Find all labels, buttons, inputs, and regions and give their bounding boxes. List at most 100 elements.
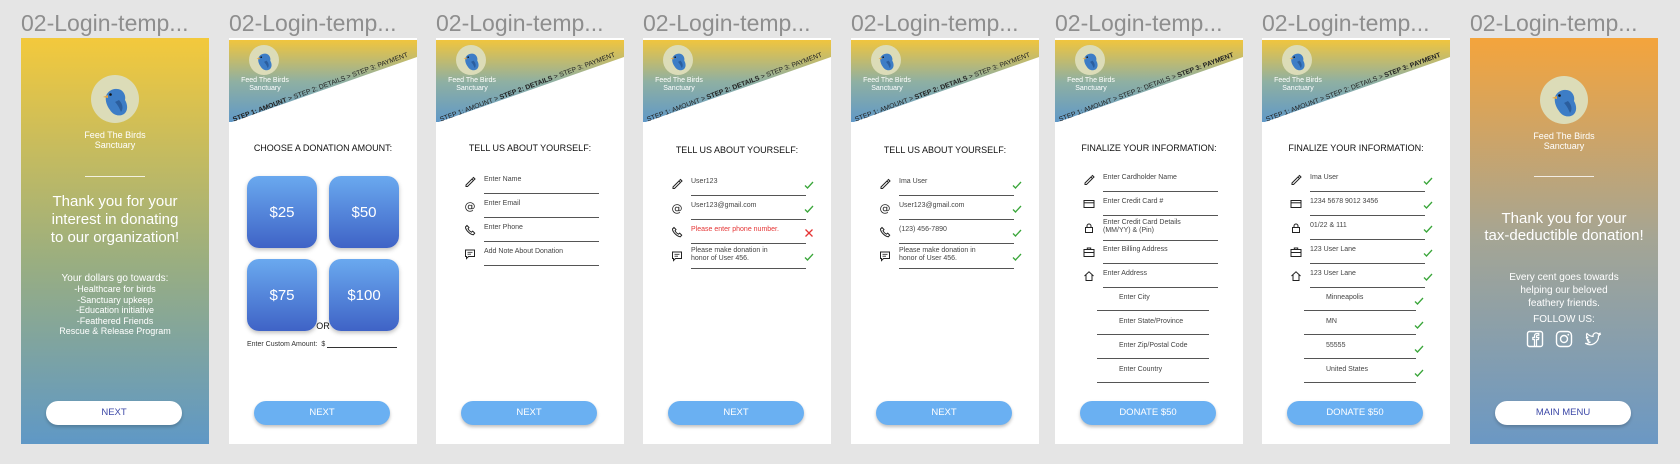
next-button[interactable]: NEXT — [46, 401, 182, 425]
amount-50-button[interactable]: $50 — [329, 176, 399, 248]
check-icon — [1423, 245, 1433, 255]
phone-field-row: (123) 456-7890 — [879, 222, 1014, 244]
amount-25-button[interactable]: $25 — [247, 176, 317, 248]
card-number-input[interactable]: Enter Credit Card # — [1103, 194, 1218, 216]
dollars-item: -Education initiative — [75, 305, 155, 315]
phone-field-row: Enter Phone — [464, 220, 599, 242]
brand-name-line2: Sanctuary — [663, 85, 695, 92]
zip-input[interactable]: 55555 — [1304, 338, 1416, 359]
thank-you-screen: Feed The Birds Sanctuary Thank you for y… — [1470, 38, 1658, 444]
email-input[interactable]: Enter Email — [484, 196, 599, 218]
city-row: Minneapolis — [1304, 290, 1416, 312]
twitter-icon[interactable] — [1584, 330, 1602, 348]
address-input[interactable]: Enter Address — [1103, 266, 1218, 288]
phone-error-message[interactable]: Please enter phone number. — [691, 222, 806, 244]
state-input[interactable]: Enter State/Province — [1097, 314, 1209, 335]
frame-about-error: 02-Login-temp... Feed The Birds Sanctuary… — [643, 0, 831, 464]
header: Feed The Birds Sanctuary — [851, 38, 1039, 118]
custom-amount-input[interactable] — [327, 347, 398, 348]
cardholder-row: Ima User — [1290, 170, 1425, 192]
note-icon — [464, 247, 476, 259]
zip-input[interactable]: Enter Zip/Postal Code — [1097, 338, 1209, 359]
address-row: 123 User Lane — [1290, 266, 1425, 288]
instagram-icon[interactable] — [1555, 330, 1573, 348]
country-input[interactable]: United States — [1304, 362, 1416, 383]
thanks-message-line2: tax-deductible donation! — [1484, 227, 1644, 244]
state-input[interactable]: MN — [1304, 314, 1416, 335]
billing-address-input[interactable]: 123 User Lane — [1310, 242, 1425, 264]
section-title: CHOOSE A DONATION AMOUNT: — [253, 143, 393, 153]
divider — [85, 176, 145, 177]
next-button[interactable]: NEXT — [876, 401, 1012, 425]
brand-name: Feed The Birds Sanctuary — [857, 77, 917, 93]
brand-name: Feed The Birds Sanctuary — [1061, 77, 1121, 93]
next-button[interactable]: NEXT — [668, 401, 804, 425]
name-input[interactable]: User123 — [691, 174, 806, 196]
bird-logo-icon — [91, 75, 139, 123]
email-input[interactable]: User123@gmail.com — [899, 198, 1014, 220]
note-input[interactable]: Please make donation in honor of User 456… — [899, 246, 1014, 269]
header: Feed The Birds Sanctuary — [1262, 38, 1450, 118]
phone-input[interactable]: (123) 456-7890 — [899, 222, 1014, 244]
lock-icon — [1083, 221, 1095, 233]
city-input[interactable]: Enter City — [1097, 290, 1209, 311]
brand-name-line1: Feed The Birds — [1067, 77, 1115, 84]
address-input[interactable]: 123 User Lane — [1310, 266, 1425, 288]
credit-card-icon — [1290, 197, 1302, 209]
home-icon — [1290, 269, 1302, 281]
card-number-row: 1234 5678 9012 3456 — [1290, 194, 1425, 216]
check-icon — [804, 249, 814, 259]
card-details-input[interactable]: Enter Credit Card Details (MM/YY) & (Pin) — [1103, 218, 1218, 241]
section-title: TELL US ABOUT YOURSELF: — [883, 145, 1007, 155]
note-field-row: Add Note About Donation — [464, 244, 599, 266]
name-input[interactable]: Ima User — [899, 174, 1014, 196]
frame-about-filled: 02-Login-temp... Feed The Birds Sanctuary… — [851, 0, 1039, 464]
note-line2: honor of User 456. — [691, 255, 749, 262]
header: Feed The Birds Sanctuary — [1055, 38, 1243, 118]
welcome-screen: Feed The Birds Sanctuary Thank you for y… — [21, 38, 209, 444]
name-input[interactable]: Enter Name — [484, 172, 599, 194]
check-icon — [1012, 225, 1022, 235]
custom-amount-field[interactable]: Enter Custom Amount: $ — [247, 341, 398, 348]
brand-name-line2: Sanctuary — [1282, 85, 1314, 92]
facebook-icon[interactable] — [1526, 330, 1544, 348]
pencil-icon — [671, 177, 683, 189]
billing-address-input[interactable]: Enter Billing Address — [1103, 242, 1218, 264]
email-input[interactable]: User123@gmail.com — [691, 198, 806, 220]
bird-logo-icon — [249, 45, 279, 75]
donate-button[interactable]: DONATE $50 — [1080, 401, 1216, 425]
donate-button[interactable]: DONATE $50 — [1287, 401, 1423, 425]
next-button[interactable]: NEXT — [461, 401, 597, 425]
finalize-screen: Feed The Birds Sanctuary STEP 1: AMOUNT >… — [1262, 38, 1450, 444]
note-input[interactable]: Add Note About Donation — [484, 244, 599, 266]
header: Feed The Birds Sanctuary — [229, 38, 417, 118]
brand-name-line2: Sanctuary — [871, 85, 903, 92]
lock-icon — [1290, 221, 1302, 233]
welcome-message-line2: interest in donating — [51, 211, 179, 228]
main-menu-button[interactable]: MAIN MENU — [1495, 401, 1631, 425]
cardholder-input[interactable]: Ima User — [1310, 170, 1425, 192]
next-button[interactable]: NEXT — [254, 401, 390, 425]
brand-name-line1: Feed The Birds — [655, 77, 703, 84]
country-input[interactable]: Enter Country — [1097, 362, 1209, 383]
dollars-item: -Healthcare for birds — [74, 284, 156, 294]
city-input[interactable]: Minneapolis — [1304, 290, 1416, 311]
name-field-row: User123 — [671, 174, 806, 196]
card-number-input[interactable]: 1234 5678 9012 3456 — [1310, 194, 1425, 216]
section-title: FINALIZE YOUR INFORMATION: — [1081, 143, 1217, 153]
section-title: FINALIZE YOUR INFORMATION: — [1288, 143, 1424, 153]
brand-name-line2: Sanctuary — [456, 85, 488, 92]
note-input[interactable]: Please make donation in honor of User 456… — [691, 246, 806, 269]
brand-name-line2: Sanctuary — [1543, 141, 1585, 151]
at-icon — [464, 199, 476, 211]
name-field-row: Ima User — [879, 174, 1014, 196]
about-screen: Feed The Birds Sanctuary STEP 1: AMOUNT >… — [851, 38, 1039, 444]
card-details-input[interactable]: 01/22 & 111 — [1310, 218, 1425, 240]
note-line2: honor of User 456. — [899, 255, 957, 262]
phone-icon — [671, 225, 683, 237]
card-number-row: Enter Credit Card # — [1083, 194, 1218, 216]
cardholder-input[interactable]: Enter Cardholder Name — [1103, 170, 1218, 192]
phone-input[interactable]: Enter Phone — [484, 220, 599, 242]
thanks-message-line1: Thank you for your — [1501, 210, 1627, 227]
billing-row: Enter Billing Address — [1083, 242, 1218, 264]
